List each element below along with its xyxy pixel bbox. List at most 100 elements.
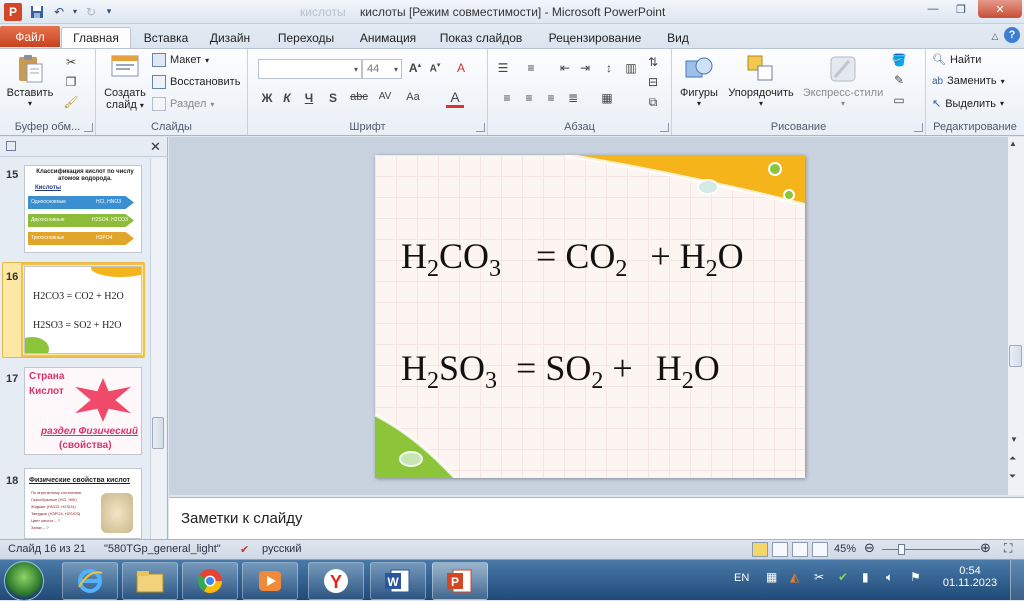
theme-name[interactable]: "580TGp_general_light": [104, 543, 221, 555]
section-button[interactable]: Раздел ▾: [152, 97, 214, 111]
next-slide-icon[interactable]: ⏷: [1009, 471, 1016, 482]
spellcheck-icon[interactable]: ✔: [240, 543, 249, 556]
smartart-icon[interactable]: ⧉: [644, 95, 662, 110]
thumbnails-scrollbar[interactable]: [150, 159, 166, 539]
tab-view[interactable]: Вид: [660, 28, 696, 48]
show-desktop-button[interactable]: [1010, 560, 1024, 601]
device-tray-icon[interactable]: ▮: [862, 570, 869, 584]
scroll-down-icon[interactable]: ▼: [1010, 435, 1018, 444]
shape-outline-icon[interactable]: ✎: [890, 73, 908, 87]
keyboard-language[interactable]: EN: [734, 572, 749, 584]
tab-design[interactable]: Дизайн: [205, 28, 255, 48]
normal-view-icon[interactable]: [752, 542, 768, 557]
columns-menu-icon[interactable]: ▦: [598, 91, 616, 105]
shield-tray-icon[interactable]: ✔: [838, 570, 848, 584]
start-button-icon[interactable]: [4, 561, 44, 601]
bullets-icon[interactable]: ☰: [494, 61, 512, 75]
scroll-up-icon[interactable]: ▲: [1009, 139, 1017, 148]
clipboard-launcher-icon[interactable]: [84, 123, 93, 132]
media-player-icon[interactable]: [242, 562, 298, 600]
fit-to-window-icon[interactable]: ⛶: [1004, 541, 1012, 556]
close-icon[interactable]: ✕: [978, 0, 1022, 18]
underline-button[interactable]: Ч: [300, 91, 318, 105]
redo-icon[interactable]: ↻: [82, 3, 100, 20]
tab-insert[interactable]: Вставка: [137, 28, 195, 48]
find-button[interactable]: 🔍︎ Найти: [932, 53, 981, 67]
tab-review[interactable]: Рецензирование: [540, 28, 650, 48]
increase-indent-icon[interactable]: ⇥: [576, 61, 594, 75]
reading-view-icon[interactable]: [792, 542, 808, 557]
notes-pane[interactable]: Заметки к слайду: [169, 497, 1024, 539]
slide-sorter-view-icon[interactable]: [772, 542, 788, 557]
avast-tray-icon[interactable]: ◭: [790, 570, 799, 584]
collapse-ribbon-icon[interactable]: △: [986, 28, 1004, 45]
shape-fill-icon[interactable]: 🪣: [890, 53, 908, 67]
zoom-slider[interactable]: [882, 549, 980, 550]
shape-effects-icon[interactable]: ▭: [890, 93, 908, 107]
close-pane-icon[interactable]: ✕: [150, 139, 161, 155]
powerpoint-taskbar-icon[interactable]: P: [432, 562, 488, 600]
minimize-icon[interactable]: —: [918, 0, 948, 18]
help-icon[interactable]: ?: [1004, 27, 1020, 43]
thumbnails-scroll-thumb[interactable]: [152, 417, 164, 449]
save-icon[interactable]: [28, 3, 46, 20]
font-size-combo[interactable]: 44 ▾: [362, 59, 402, 79]
chrome-icon[interactable]: [182, 562, 238, 600]
word-icon[interactable]: W: [370, 562, 426, 600]
reset-button[interactable]: Восстановить: [152, 75, 240, 89]
align-center-icon[interactable]: ≡: [520, 91, 538, 105]
grow-font-icon[interactable]: A▴: [406, 61, 424, 75]
thumbnail-slide-18[interactable]: Физические свойства кислот По агрегатном…: [24, 468, 142, 539]
italic-button[interactable]: К: [278, 91, 296, 105]
arrange-button[interactable]: Упорядочить ▾: [724, 53, 798, 108]
tab-transitions[interactable]: Переходы: [268, 28, 344, 48]
line-spacing-icon[interactable]: ↕: [600, 61, 618, 75]
paste-button[interactable]: Вставить ▾: [4, 53, 56, 108]
slide-scroll-thumb[interactable]: [1009, 345, 1022, 367]
select-button[interactable]: ↖ Выделить ▾: [932, 97, 1004, 111]
zoom-slider-thumb[interactable]: [898, 544, 905, 555]
numbering-icon[interactable]: ≡: [522, 61, 540, 75]
new-slide-button[interactable]: Создать слайд ▾: [102, 53, 148, 111]
maximize-icon[interactable]: ❐: [946, 0, 976, 18]
volume-icon[interactable]: 🔈︎: [886, 570, 893, 585]
align-left-icon[interactable]: ≡: [498, 91, 516, 105]
quick-styles-button[interactable]: Экспресс-стили ▾: [802, 53, 884, 108]
tab-file[interactable]: Файл: [0, 26, 60, 47]
align-right-icon[interactable]: ≡: [542, 91, 560, 105]
format-painter-icon[interactable]: 🖌: [62, 95, 80, 109]
replace-button[interactable]: ab Заменить ▾: [932, 75, 1005, 87]
shrink-font-icon[interactable]: A▾: [426, 61, 444, 74]
layout-button[interactable]: Макет ▾: [152, 53, 209, 67]
change-case-icon[interactable]: Aa: [404, 91, 422, 103]
flag-tray-icon[interactable]: ⚑: [910, 570, 921, 584]
thumbnail-slide-15[interactable]: Классификация кислот по числу атомов вод…: [24, 165, 142, 253]
yandex-browser-icon[interactable]: Y: [308, 562, 364, 600]
font-color-icon[interactable]: A: [446, 89, 464, 108]
current-slide[interactable]: H2CO3 = CO2 + H2O H2SO3 = SO2 + H2O: [375, 155, 805, 478]
bold-button[interactable]: Ж: [258, 91, 276, 105]
paragraph-launcher-icon[interactable]: [660, 123, 669, 132]
file-explorer-icon[interactable]: [122, 562, 178, 600]
tab-slideshow[interactable]: Показ слайдов: [432, 28, 530, 48]
previous-slide-icon[interactable]: ⏶: [1009, 453, 1016, 464]
thumbnail-slide-17[interactable]: Страна Кислот раздел Физический (свойств…: [24, 367, 142, 455]
network-tray-icon[interactable]: ▦: [766, 570, 777, 584]
zoom-level[interactable]: 45%: [834, 543, 856, 555]
zoom-in-icon[interactable]: ⊕: [980, 540, 991, 556]
cut-icon[interactable]: ✂: [62, 55, 80, 69]
shapes-button[interactable]: Фигуры ▾: [676, 53, 722, 108]
zoom-out-icon[interactable]: ⊖: [864, 540, 875, 556]
clear-formatting-icon[interactable]: A: [452, 61, 470, 75]
columns-icon[interactable]: ▥: [622, 61, 640, 75]
copy-icon[interactable]: ❐: [62, 75, 80, 89]
align-text-icon[interactable]: ⊟: [644, 75, 662, 89]
notes-placeholder[interactable]: Заметки к слайду: [181, 510, 303, 527]
shadow-icon[interactable]: S: [324, 91, 342, 105]
slide-scrollbar[interactable]: ▲ ▼ ⏶ ⏷: [1007, 137, 1024, 495]
slides-tab-icon[interactable]: [6, 141, 16, 151]
slideshow-view-icon[interactable]: [812, 542, 828, 557]
drawing-launcher-icon[interactable]: [914, 123, 923, 132]
thumbnail-slide-16[interactable]: H2CO3 = CO2 + H2O H2SO3 = SO2 + H2O: [21, 263, 145, 357]
tab-animations[interactable]: Анимация: [352, 28, 424, 48]
